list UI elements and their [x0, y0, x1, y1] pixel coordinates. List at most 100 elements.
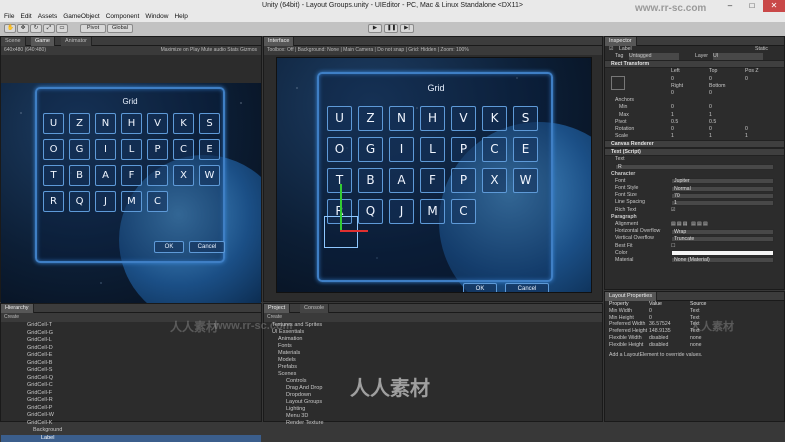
- project-folder[interactable]: Materials: [272, 350, 602, 357]
- letter-key[interactable]: I: [95, 139, 116, 160]
- right-value[interactable]: 0: [671, 90, 674, 97]
- rich-text-checkbox[interactable]: ☑: [671, 207, 676, 214]
- letter-editor-key[interactable]: A: [389, 168, 414, 193]
- letter-key[interactable]: A: [95, 165, 116, 186]
- letter-key[interactable]: C: [173, 139, 194, 160]
- alignment-buttons[interactable]: ▤▤▤ ▤▤▤: [671, 221, 709, 228]
- tab-scene[interactable]: Scene: [1, 37, 26, 46]
- menu-assets[interactable]: Assets: [38, 12, 58, 22]
- letter-editor-key[interactable]: H: [420, 106, 445, 131]
- min-x[interactable]: 0: [671, 104, 674, 111]
- project-folder[interactable]: Scenes: [272, 371, 602, 378]
- menu-gameobject[interactable]: GameObject: [63, 12, 100, 22]
- tab-console[interactable]: Console: [300, 304, 329, 313]
- letter-editor-key[interactable]: Z: [358, 106, 383, 131]
- rotation-z[interactable]: 0: [745, 126, 748, 133]
- letter-editor-key[interactable]: C: [482, 137, 507, 162]
- menu-help[interactable]: Help: [174, 12, 187, 22]
- letter-key[interactable]: O: [43, 139, 64, 160]
- step-icon[interactable]: ▶|: [400, 24, 414, 33]
- letter-key[interactable]: L: [121, 139, 142, 160]
- letter-editor-key[interactable]: P: [451, 137, 476, 162]
- letter-editor-key[interactable]: U: [327, 106, 352, 131]
- bottom-value[interactable]: 0: [709, 90, 712, 97]
- project-folder[interactable]: Models: [272, 357, 602, 364]
- menu-component[interactable]: Component: [106, 12, 140, 22]
- maximize-icon[interactable]: □: [741, 0, 763, 12]
- hierarchy-item[interactable]: GridCell-E: [27, 352, 261, 360]
- tab-interface[interactable]: Interface: [264, 37, 294, 46]
- pause-icon[interactable]: ❚❚: [384, 24, 398, 33]
- letter-key[interactable]: F: [121, 165, 142, 186]
- game-view[interactable]: Grid UZNHVKSOGILPCETBAFPXWRQJMC OK Cance…: [1, 83, 261, 303]
- minimize-icon[interactable]: –: [719, 0, 741, 12]
- rotation-y[interactable]: 0: [709, 126, 712, 133]
- tab-hierarchy[interactable]: Hierarchy: [1, 304, 34, 313]
- letter-editor-key[interactable]: M: [420, 199, 445, 224]
- pivot-toggle[interactable]: Pivot: [80, 24, 106, 33]
- hierarchy-item[interactable]: GridCell-R: [27, 397, 261, 405]
- hierarchy-create-button[interactable]: Create: [4, 314, 19, 320]
- letter-editor-key[interactable]: J: [389, 199, 414, 224]
- scale-y[interactable]: 1: [709, 133, 712, 140]
- hierarchy-item[interactable]: GridCell-F: [27, 390, 261, 398]
- letter-editor-key[interactable]: G: [358, 137, 383, 162]
- layer-dropdown[interactable]: UI: [713, 53, 763, 60]
- scale-tool-icon[interactable]: ⤢: [43, 24, 55, 33]
- tag-dropdown[interactable]: Untagged: [629, 53, 679, 60]
- cancel-button[interactable]: Cancel: [189, 241, 225, 253]
- pivot-y[interactable]: 0.5: [709, 119, 716, 126]
- project-folder[interactable]: UI Essentials: [272, 329, 602, 336]
- letter-key[interactable]: E: [199, 139, 220, 160]
- letter-key[interactable]: B: [69, 165, 90, 186]
- font-size-field[interactable]: 70: [671, 193, 774, 199]
- project-folder[interactable]: Textures and Sprites: [272, 322, 602, 329]
- v-overflow-dropdown[interactable]: Truncate: [671, 236, 774, 242]
- project-folder[interactable]: Lighting: [272, 406, 602, 413]
- move-gizmo-y-axis[interactable]: [340, 184, 342, 232]
- cancel-button-editor[interactable]: Cancel: [505, 283, 549, 293]
- hierarchy-item[interactable]: GridCell-Q: [27, 375, 261, 383]
- tab-animator[interactable]: Animator: [61, 37, 92, 46]
- project-folder[interactable]: Controls: [272, 378, 602, 385]
- letter-key[interactable]: G: [69, 139, 90, 160]
- letter-editor-key[interactable]: K: [482, 106, 507, 131]
- interface-toolbar[interactable]: Toolbox: Off | Background: None | Main C…: [264, 46, 602, 55]
- color-swatch[interactable]: [671, 250, 774, 256]
- letter-editor-key[interactable]: C: [451, 199, 476, 224]
- ok-button[interactable]: OK: [154, 241, 184, 253]
- rect-transform-header[interactable]: Rect Transform: [605, 60, 784, 68]
- tab-game[interactable]: Game: [31, 37, 55, 46]
- close-icon[interactable]: ✕: [763, 0, 785, 12]
- letter-editor-key[interactable]: W: [513, 168, 538, 193]
- letter-editor-key[interactable]: F: [420, 168, 445, 193]
- hand-tool-icon[interactable]: ✋: [4, 24, 16, 33]
- ui-editor-view[interactable]: Grid UZNHVKSOGILPCETBAFPXWRQJMC OK Cance…: [276, 57, 592, 293]
- active-checkbox[interactable]: ☑: [609, 46, 614, 53]
- menu-file[interactable]: File: [4, 12, 14, 22]
- text-value-field[interactable]: R: [615, 164, 774, 170]
- letter-key[interactable]: S: [199, 113, 220, 134]
- letter-key[interactable]: V: [147, 113, 168, 134]
- project-folder[interactable]: Dropdown: [272, 392, 602, 399]
- h-overflow-dropdown[interactable]: Wrap: [671, 229, 774, 235]
- top-value[interactable]: 0: [709, 76, 712, 83]
- best-fit-checkbox[interactable]: ☐: [671, 243, 676, 250]
- hierarchy-item[interactable]: GridCell-L: [27, 337, 261, 345]
- game-view-options[interactable]: Maximize on Play Mute audio Stats Gizmos: [161, 46, 257, 55]
- letter-editor-key[interactable]: S: [513, 106, 538, 131]
- letter-key[interactable]: P: [147, 139, 168, 160]
- resolution-dropdown[interactable]: 640x480 (640:480): [4, 47, 46, 53]
- project-folder[interactable]: Layout Groups: [272, 399, 602, 406]
- rotation-x[interactable]: 0: [671, 126, 674, 133]
- hierarchy-item-background[interactable]: Background: [27, 427, 261, 435]
- letter-key[interactable]: J: [95, 191, 116, 212]
- letter-key[interactable]: R: [43, 191, 64, 212]
- play-icon[interactable]: ▶: [368, 24, 382, 33]
- letter-key[interactable]: P: [147, 165, 168, 186]
- letter-editor-key[interactable]: O: [327, 137, 352, 162]
- letter-key[interactable]: W: [199, 165, 220, 186]
- hierarchy-item[interactable]: GridCell-S: [27, 367, 261, 375]
- letter-key[interactable]: K: [173, 113, 194, 134]
- letter-key[interactable]: C: [147, 191, 168, 212]
